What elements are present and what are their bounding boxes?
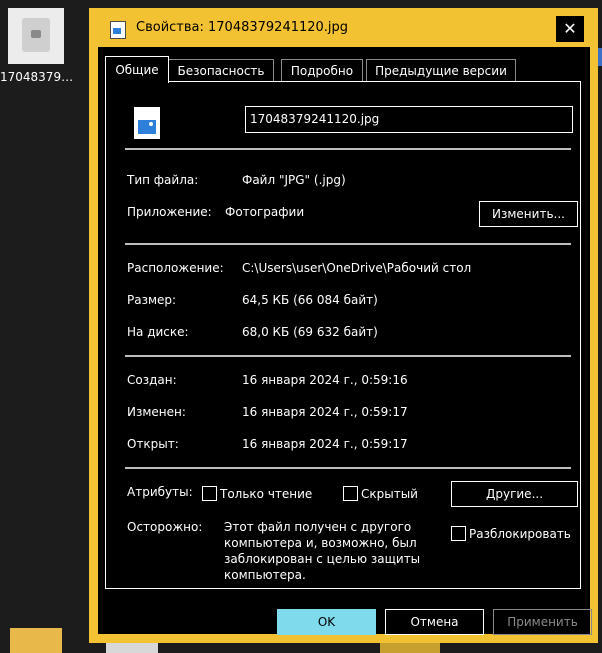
- separator: [125, 467, 571, 469]
- application-value: Фотографии: [225, 205, 305, 219]
- separator: [125, 148, 571, 150]
- file-type-label: Тип файла:: [127, 173, 199, 187]
- readonly-checkbox-label[interactable]: Только чтение: [220, 487, 312, 501]
- tab-details[interactable]: Подробно: [281, 59, 363, 82]
- size-label: Размер:: [127, 293, 177, 307]
- location-value: C:\Users\user\OneDrive\Рабочий стол: [242, 261, 472, 275]
- separator: [125, 243, 571, 245]
- application-label: Приложение:: [127, 205, 212, 219]
- image-file-icon-picture: [138, 120, 156, 134]
- file-type-value: Файл "JPG" (.jpg): [242, 173, 346, 187]
- created-label: Создан:: [127, 373, 177, 387]
- tab-security[interactable]: Безопасность: [168, 59, 274, 82]
- hidden-checkbox[interactable]: [343, 486, 358, 501]
- unblock-checkbox[interactable]: [451, 526, 466, 541]
- ok-button[interactable]: OK: [277, 609, 376, 635]
- apply-button[interactable]: Применить: [493, 609, 592, 635]
- size-on-disk-label: На диске:: [127, 325, 189, 339]
- separator: [125, 355, 571, 357]
- readonly-checkbox[interactable]: [202, 486, 217, 501]
- taskbar-folder-icon[interactable]: [10, 628, 62, 653]
- size-on-disk-value: 68,0 КБ (69 632 байт): [242, 325, 378, 339]
- opened-label: Открыт:: [127, 437, 179, 451]
- opened-value: 16 января 2024 г., 0:59:17: [242, 437, 408, 451]
- warning-label: Осторожно:: [127, 520, 203, 534]
- unblock-checkbox-label[interactable]: Разблокировать: [469, 527, 571, 541]
- desktop-file-name[interactable]: 17048379…: [0, 70, 90, 84]
- desktop-file-thumbnail[interactable]: [8, 8, 64, 64]
- close-button[interactable]: ✕: [556, 16, 584, 42]
- location-label: Расположение:: [127, 261, 224, 275]
- hidden-checkbox-label[interactable]: Скрытый: [361, 487, 418, 501]
- dialog-titlebar[interactable]: Свойства: 17048379241120.jpg ✕: [90, 9, 597, 47]
- warning-text: Этот файл получен с другого компьютера и…: [224, 520, 421, 582]
- modified-label: Изменен:: [127, 405, 186, 419]
- properties-dialog: Свойства: 17048379241120.jpg ✕ Общие Без…: [89, 8, 598, 643]
- dialog-body: Общие Безопасность Подробно Предыдущие в…: [98, 47, 592, 635]
- file-name-field[interactable]: 17048379241120.jpg: [245, 106, 573, 133]
- tab-general[interactable]: Общие: [105, 56, 169, 83]
- created-value: 16 января 2024 г., 0:59:16: [242, 373, 408, 387]
- dialog-title: Свойства: 17048379241120.jpg: [136, 20, 349, 35]
- close-icon: ✕: [563, 19, 577, 38]
- attributes-label: Атрибуты:: [127, 485, 193, 499]
- size-value: 64,5 КБ (66 084 байт): [242, 293, 378, 307]
- cancel-button[interactable]: Отмена: [385, 609, 484, 635]
- outlet-hole: [31, 30, 41, 38]
- image-file-icon-sun: [149, 122, 153, 126]
- modified-value: 16 января 2024 г., 0:59:17: [242, 405, 408, 419]
- jpg-file-icon-picture: [113, 28, 121, 34]
- tab-previous-versions[interactable]: Предыдущие версии: [366, 59, 516, 82]
- change-app-button[interactable]: Изменить...: [479, 201, 578, 227]
- other-attributes-button[interactable]: Другие...: [451, 481, 578, 507]
